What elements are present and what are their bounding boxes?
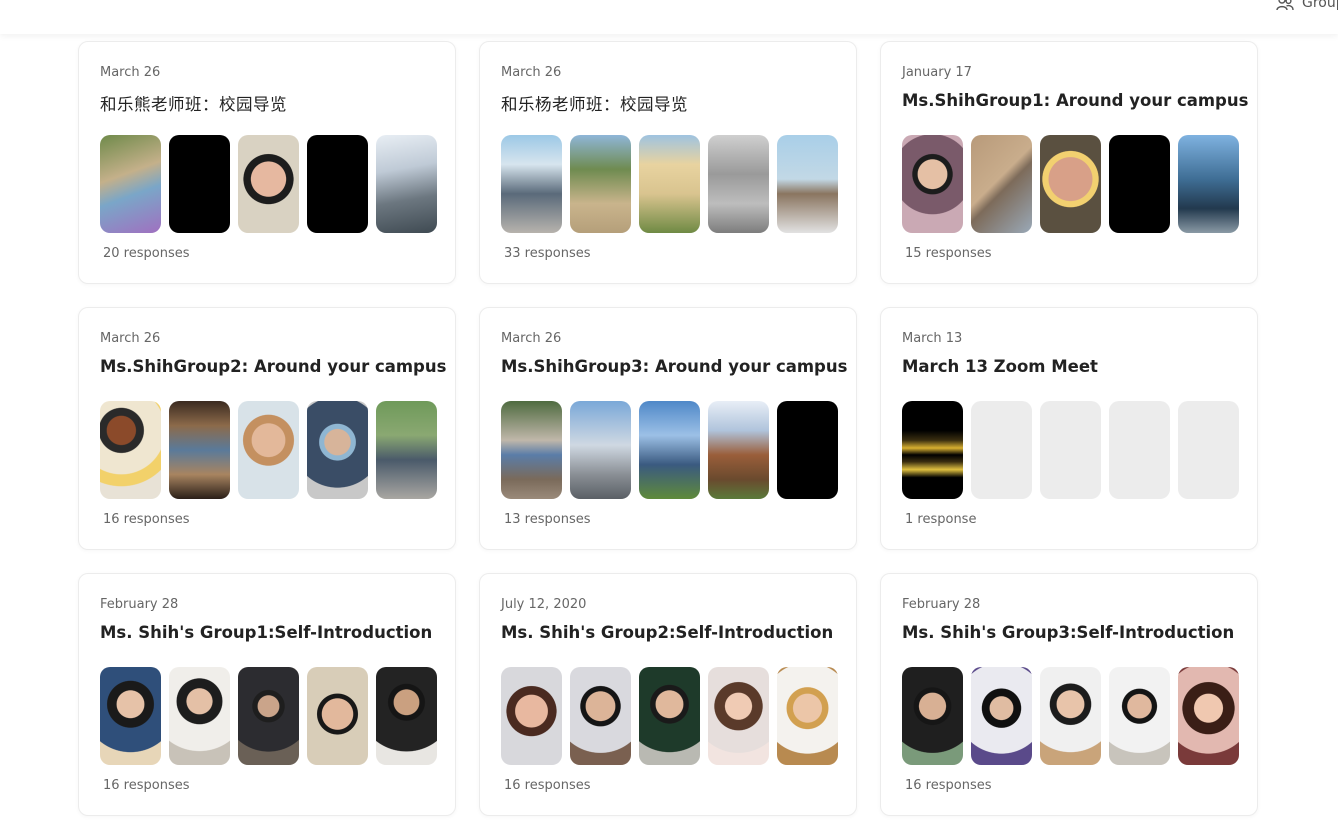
video-thumbnail[interactable] (376, 401, 437, 499)
response-count: 16 responses (905, 778, 992, 793)
card-title[interactable]: Ms.ShihGroup2: Around your campus (100, 357, 446, 376)
response-count: 16 responses (504, 778, 591, 793)
response-count: 15 responses (905, 246, 992, 261)
response-count: 1 response (905, 512, 977, 527)
card-title[interactable]: Ms. Shih's Group3:Self-Introduction (902, 623, 1234, 642)
card-title[interactable]: Ms.ShihGroup1: Around your campus (902, 91, 1248, 110)
video-thumbnail[interactable] (1040, 667, 1101, 765)
card-date: January 17 (902, 65, 972, 80)
card-date: March 26 (100, 331, 161, 346)
video-thumbnail[interactable] (169, 135, 230, 233)
empty-thumbnail (1109, 401, 1170, 499)
response-count: 20 responses (103, 246, 190, 261)
video-thumbnail[interactable] (376, 667, 437, 765)
card-date: March 13 (902, 331, 963, 346)
groups-label: Groups (1302, 0, 1338, 11)
response-count: 16 responses (103, 512, 190, 527)
groups-link[interactable]: Groups (1276, 0, 1338, 12)
video-thumbnail[interactable] (777, 135, 838, 233)
card-date: July 12, 2020 (501, 597, 587, 612)
card-title[interactable]: Ms. Shih's Group2:Self-Introduction (501, 623, 833, 642)
video-thumbnail[interactable] (708, 135, 769, 233)
video-thumbnail[interactable] (238, 135, 299, 233)
empty-thumbnail (1178, 401, 1239, 499)
prompt-card[interactable]: March 26 Ms.ShihGroup2: Around your campu… (78, 307, 456, 550)
prompt-card[interactable]: February 28 Ms. Shih's Group3:Self-Introd… (880, 573, 1258, 816)
response-thumbnails (100, 667, 437, 765)
video-thumbnail[interactable] (639, 667, 700, 765)
prompt-card[interactable]: February 28 Ms. Shih's Group1:Self-Introd… (78, 573, 456, 816)
prompt-card[interactable]: March 26 Ms.ShihGroup3: Around your campu… (479, 307, 857, 550)
video-thumbnail[interactable] (1109, 135, 1170, 233)
video-thumbnail[interactable] (570, 135, 631, 233)
video-thumbnail[interactable] (100, 401, 161, 499)
video-thumbnail[interactable] (307, 135, 368, 233)
video-thumbnail[interactable] (501, 401, 562, 499)
video-thumbnail[interactable] (570, 401, 631, 499)
video-thumbnail[interactable] (971, 667, 1032, 765)
card-date: March 26 (501, 65, 562, 80)
video-thumbnail[interactable] (307, 401, 368, 499)
card-title[interactable]: 和乐熊老师班：校园导览 (100, 91, 287, 115)
video-thumbnail[interactable] (169, 667, 230, 765)
prompt-card[interactable]: January 17 Ms.ShihGroup1: Around your cam… (880, 41, 1258, 284)
video-thumbnail[interactable] (100, 135, 161, 233)
prompt-card-grid: March 26 和乐熊老师班：校园导览 20 responses March 26 和… (0, 0, 1338, 829)
empty-thumbnail (971, 401, 1032, 499)
card-title[interactable]: March 13 Zoom Meet (902, 357, 1098, 376)
response-count: 16 responses (103, 778, 190, 793)
card-date: March 26 (100, 65, 161, 80)
video-thumbnail[interactable] (777, 401, 838, 499)
video-thumbnail[interactable] (100, 667, 161, 765)
prompt-card[interactable]: March 13 March 13 Zoom Meet 1 response (880, 307, 1258, 550)
response-thumbnails (902, 667, 1239, 765)
video-thumbnail[interactable] (1109, 667, 1170, 765)
video-thumbnail[interactable] (501, 135, 562, 233)
card-title[interactable]: Ms. Shih's Group1:Self-Introduction (100, 623, 432, 642)
card-date: March 26 (501, 331, 562, 346)
video-thumbnail[interactable] (902, 667, 963, 765)
prompt-card[interactable]: July 12, 2020 Ms. Shih's Group2:Self-Intr… (479, 573, 857, 816)
video-thumbnail[interactable] (902, 401, 963, 499)
prompt-card[interactable]: March 26 和乐杨老师班：校园导览 33 responses (479, 41, 857, 284)
prompt-card[interactable]: March 26 和乐熊老师班：校园导览 20 responses (78, 41, 456, 284)
video-thumbnail[interactable] (501, 667, 562, 765)
video-thumbnail[interactable] (777, 667, 838, 765)
video-thumbnail[interactable] (238, 667, 299, 765)
response-count: 33 responses (504, 246, 591, 261)
empty-thumbnail (1040, 401, 1101, 499)
video-thumbnail[interactable] (1178, 667, 1239, 765)
response-count: 13 responses (504, 512, 591, 527)
video-thumbnail[interactable] (639, 401, 700, 499)
response-thumbnails (902, 401, 1239, 499)
video-thumbnail[interactable] (1040, 135, 1101, 233)
response-thumbnails (100, 135, 437, 233)
response-thumbnails (902, 135, 1239, 233)
video-thumbnail[interactable] (902, 135, 963, 233)
video-thumbnail[interactable] (570, 667, 631, 765)
response-thumbnails (501, 135, 838, 233)
video-thumbnail[interactable] (307, 667, 368, 765)
video-thumbnail[interactable] (971, 135, 1032, 233)
group-icon (1276, 0, 1294, 11)
response-thumbnails (501, 401, 838, 499)
card-title[interactable]: 和乐杨老师班：校园导览 (501, 91, 688, 115)
video-thumbnail[interactable] (708, 667, 769, 765)
video-thumbnail[interactable] (169, 401, 230, 499)
card-date: February 28 (902, 597, 981, 612)
card-date: February 28 (100, 597, 179, 612)
response-thumbnails (100, 401, 437, 499)
response-thumbnails (501, 667, 838, 765)
video-thumbnail[interactable] (238, 401, 299, 499)
video-thumbnail[interactable] (376, 135, 437, 233)
video-thumbnail[interactable] (1178, 135, 1239, 233)
top-bar: Groups (0, 0, 1338, 34)
video-thumbnail[interactable] (639, 135, 700, 233)
video-thumbnail[interactable] (708, 401, 769, 499)
card-title[interactable]: Ms.ShihGroup3: Around your campus (501, 357, 847, 376)
